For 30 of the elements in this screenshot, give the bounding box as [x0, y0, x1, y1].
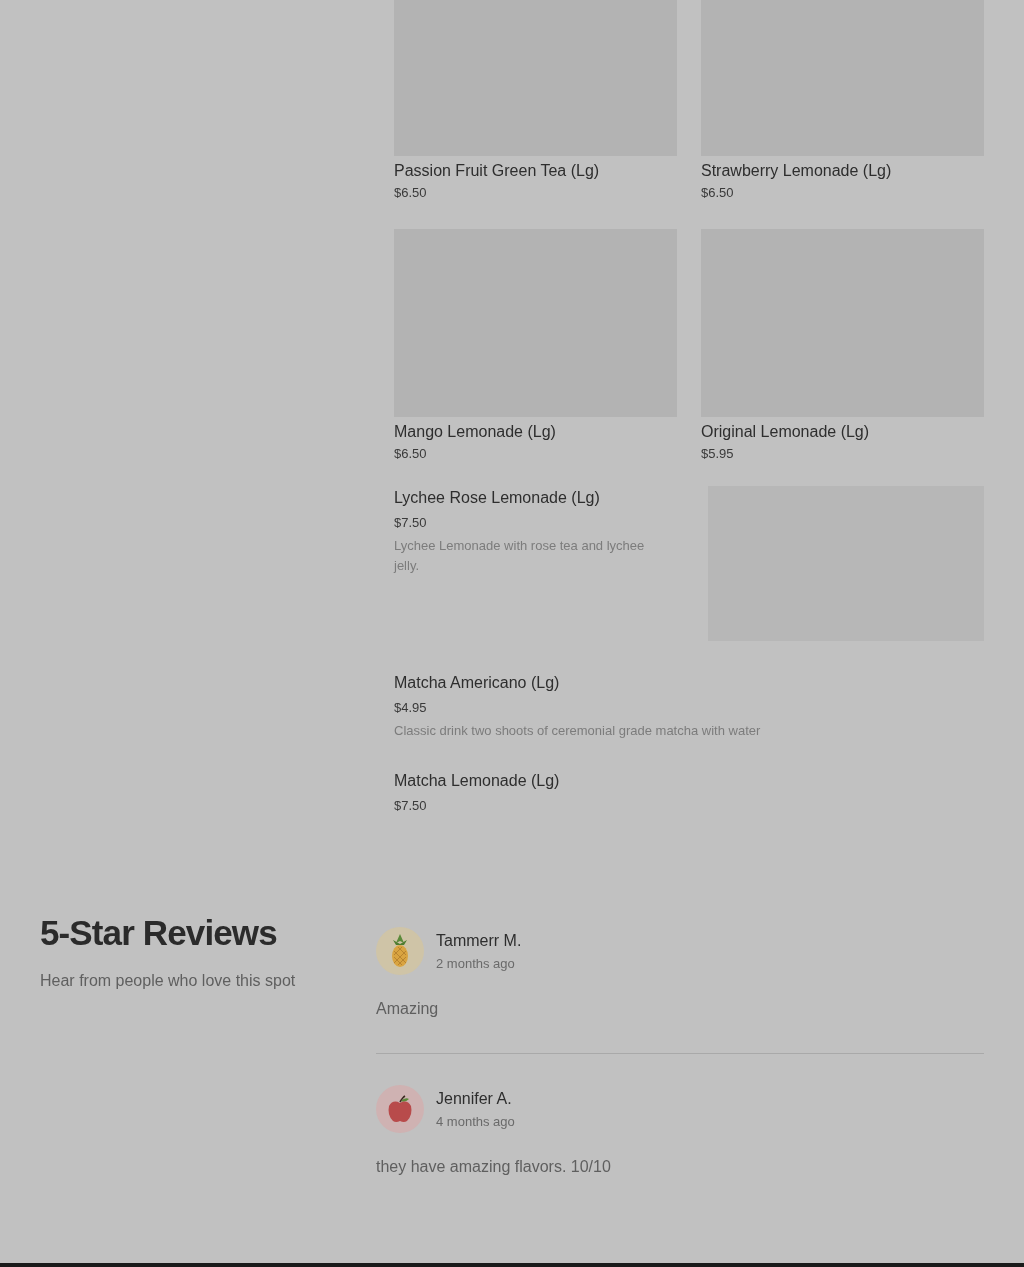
section-subtitle: Hear from people who love this spot: [40, 971, 297, 991]
review-date: 4 months ago: [436, 1112, 515, 1131]
reviewer-name: Tammerr M.: [436, 930, 522, 951]
item-name: Matcha Americano (Lg): [394, 673, 561, 693]
reviewer-name: Jennifer A.: [436, 1088, 513, 1109]
item-name: Original Lemonade (Lg): [701, 422, 871, 442]
item-description: Lychee Lemonade with rose tea and lychee jelly.: [394, 537, 646, 575]
menu-item-card[interactable]: Original Lemonade (Lg) $5.95: [701, 229, 984, 464]
item-price: $5.95: [701, 445, 735, 463]
item-price: $4.95: [394, 699, 428, 717]
review-text: Amazing: [376, 999, 440, 1019]
item-price: $6.50: [394, 184, 428, 202]
review-date: 2 months ago: [436, 954, 516, 973]
item-name: Matcha Lemonade (Lg): [394, 771, 561, 791]
item-price: $6.50: [394, 445, 428, 463]
item-name: Strawberry Lemonade (Lg): [701, 161, 893, 181]
item-price: $7.50: [394, 797, 428, 815]
item-name: Mango Lemonade (Lg): [394, 422, 557, 442]
item-description: Classic drink two shoots of ceremonial grade matcha with water: [394, 722, 762, 740]
review-text: they have amazing flavors. 10/10: [376, 1157, 612, 1177]
pineapple-icon: [390, 934, 410, 968]
menu-item-card[interactable]: Mango Lemonade (Lg) $6.50: [394, 229, 677, 464]
menu-item-card[interactable]: Passion Fruit Green Tea (Lg) $6.50: [394, 0, 677, 203]
apple-icon: [387, 1095, 413, 1123]
item-price: $7.50: [394, 514, 428, 532]
item-name: Lychee Rose Lemonade (Lg): [394, 488, 601, 508]
item-name: Passion Fruit Green Tea (Lg): [394, 161, 601, 181]
item-price: $6.50: [701, 184, 735, 202]
menu-item-card[interactable]: Strawberry Lemonade (Lg) $6.50: [701, 0, 984, 203]
section-title: 5-Star Reviews: [40, 912, 278, 954]
